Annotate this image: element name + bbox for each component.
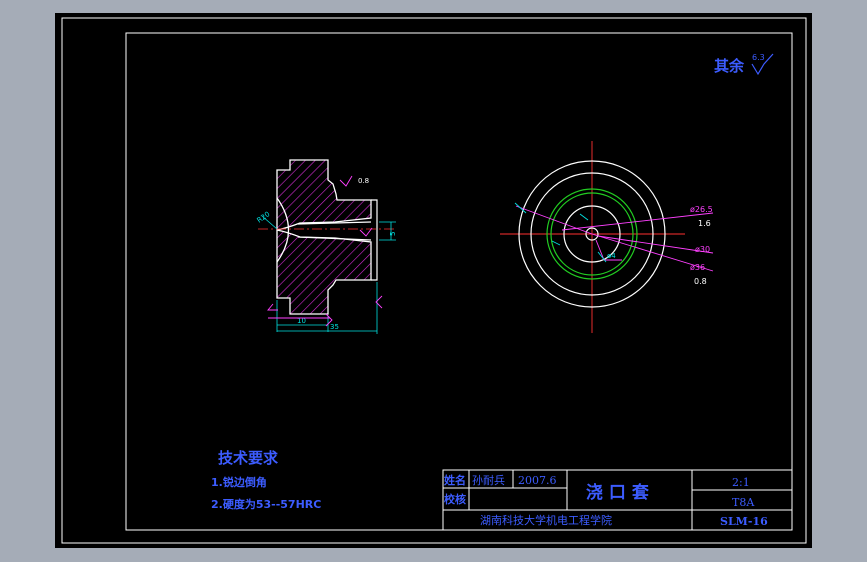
tb-drawing-no: SLM-16 xyxy=(720,515,768,528)
callout-d36-sub: 0.8 xyxy=(694,277,707,286)
tb-school: 湖南科技大学机电工程学院 xyxy=(480,513,612,527)
tech-item-1: 1.锐边倒角 xyxy=(211,475,267,489)
tb-designer: 孙耐兵 xyxy=(472,474,505,487)
tb-scale: 2:1 xyxy=(732,476,750,489)
roughness-value: 6.3 xyxy=(752,53,765,62)
roughness-label: 其余 xyxy=(714,57,745,75)
tb-row1-label: 姓名 xyxy=(444,473,466,487)
callout-d36: ø36 xyxy=(690,263,705,272)
tech-item-2: 2.硬度为53--57HRC xyxy=(211,497,321,511)
tb-material: T8A xyxy=(732,496,755,509)
callout-d26-5-sub: 1.6 xyxy=(698,219,711,228)
callout-d30: ø30 xyxy=(695,245,710,254)
center-label: ø4 xyxy=(607,252,616,260)
tb-date: 2007.6 xyxy=(518,474,557,487)
dim-length-outer: 35 xyxy=(330,323,339,331)
callout-d26-5: ø26.5 xyxy=(690,205,713,214)
tb-row2-label: 校核 xyxy=(444,492,466,506)
dim-diameter-right: 5 xyxy=(389,232,397,236)
tech-title: 技术要求 xyxy=(218,449,279,467)
dim-roughness-top: 0.8 xyxy=(358,177,369,185)
tb-part-name: 浇 口 套 xyxy=(586,482,650,503)
cad-drawing-canvas: 其余 6.3 R20 0.8 5 10 35 ø26.5 1.6 ø30 ø36… xyxy=(55,13,812,548)
